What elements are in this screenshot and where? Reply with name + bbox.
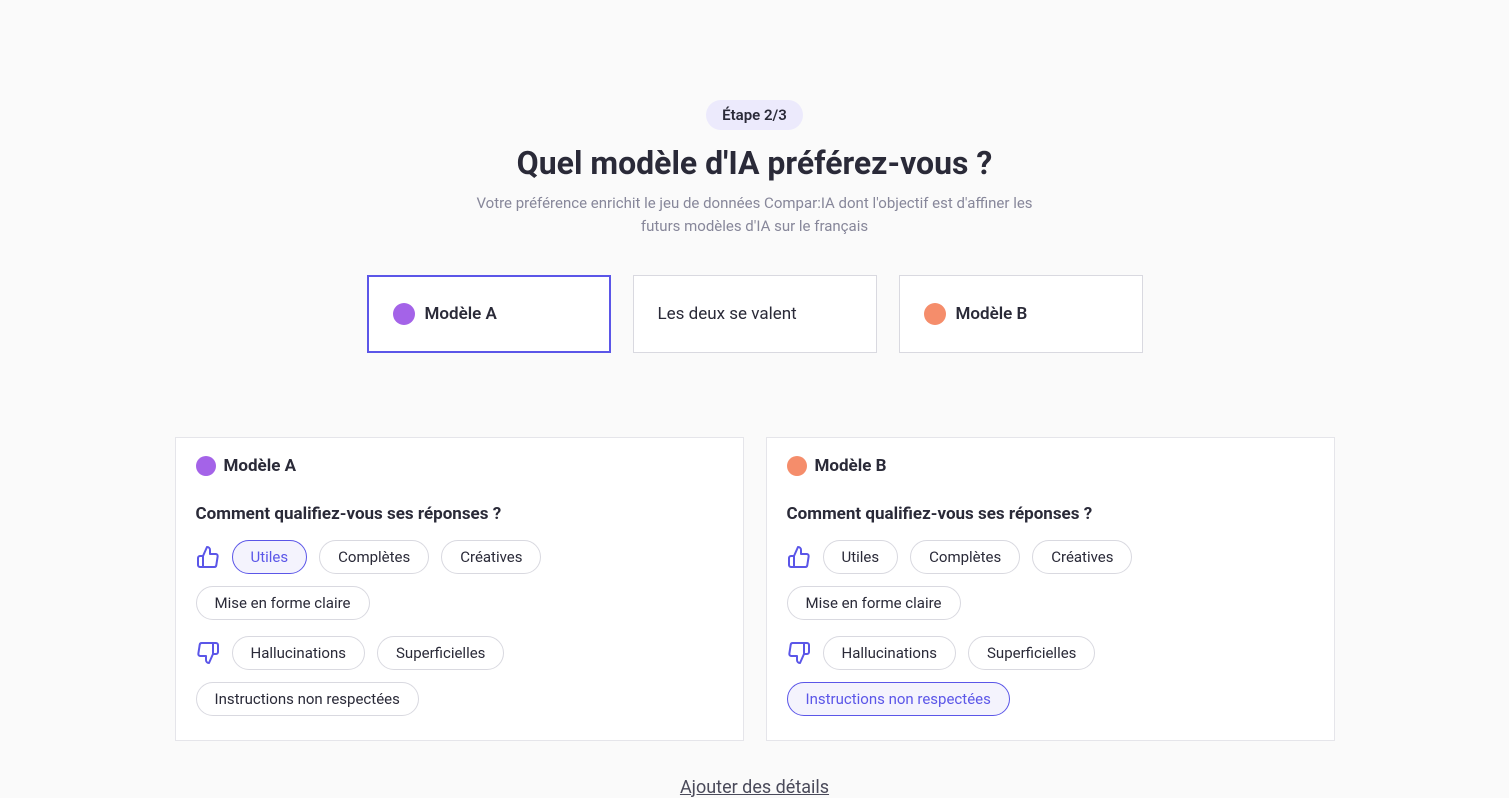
preference-choice-row: Modèle A Les deux se valent Modèle B (155, 275, 1355, 353)
choice-tie-label: Les deux se valent (658, 304, 797, 324)
chip-b-pos-3[interactable]: Mise en forme claire (787, 586, 961, 620)
step-indicator: Étape 2/3 (706, 100, 803, 130)
thumbs-down-icon (787, 641, 811, 665)
panel-a-question: Comment qualifiez-vous ses réponses ? (196, 504, 723, 524)
page-title: Quel modèle d'IA préférez-vous ? (155, 144, 1355, 182)
chip-b-pos-1[interactable]: Complètes (910, 540, 1020, 574)
panel-a-label: Modèle A (224, 456, 297, 476)
chip-a-pos-3[interactable]: Mise en forme claire (196, 586, 370, 620)
thumbs-down-icon (196, 641, 220, 665)
add-details-link[interactable]: Ajouter des détails (680, 777, 829, 798)
chip-a-pos-1[interactable]: Complètes (319, 540, 429, 574)
page-subtitle: Votre préférence enrichit le jeu de donn… (475, 192, 1035, 239)
chip-b-neg-0[interactable]: Hallucinations (823, 636, 957, 670)
chip-a-neg-1[interactable]: Superficielles (377, 636, 504, 670)
panel-b-positive-row: Utiles Complètes Créatives Mise en forme… (787, 540, 1314, 620)
panel-b-label: Modèle B (815, 456, 887, 476)
thumbs-up-icon (196, 545, 220, 569)
panel-b-dot-icon (787, 456, 807, 476)
chip-a-pos-0[interactable]: Utiles (232, 540, 308, 574)
chip-b-neg-2[interactable]: Instructions non respectées (787, 682, 1010, 716)
model-a-dot-icon (393, 303, 415, 325)
choice-tie[interactable]: Les deux se valent (633, 275, 877, 353)
panel-a-dot-icon (196, 456, 216, 476)
panel-model-b: Modèle B Comment qualifiez-vous ses répo… (766, 437, 1335, 741)
chip-a-neg-0[interactable]: Hallucinations (232, 636, 366, 670)
chip-b-pos-0[interactable]: Utiles (823, 540, 899, 574)
chip-a-neg-2[interactable]: Instructions non respectées (196, 682, 419, 716)
chip-b-neg-1[interactable]: Superficielles (968, 636, 1095, 670)
thumbs-up-icon (787, 545, 811, 569)
chip-b-pos-2[interactable]: Créatives (1032, 540, 1132, 574)
choice-model-a[interactable]: Modèle A (367, 275, 611, 353)
chip-a-pos-2[interactable]: Créatives (441, 540, 541, 574)
choice-model-a-label: Modèle A (425, 304, 497, 324)
model-b-dot-icon (924, 303, 946, 325)
panel-a-positive-row: Utiles Complètes Créatives Mise en forme… (196, 540, 723, 620)
choice-model-b-label: Modèle B (956, 304, 1028, 324)
choice-model-b[interactable]: Modèle B (899, 275, 1143, 353)
panel-b-question: Comment qualifiez-vous ses réponses ? (787, 504, 1314, 524)
panel-b-negative-row: Hallucinations Superficielles Instructio… (787, 636, 1314, 716)
panel-a-negative-row: Hallucinations Superficielles Instructio… (196, 636, 723, 716)
panel-model-a: Modèle A Comment qualifiez-vous ses répo… (175, 437, 744, 741)
